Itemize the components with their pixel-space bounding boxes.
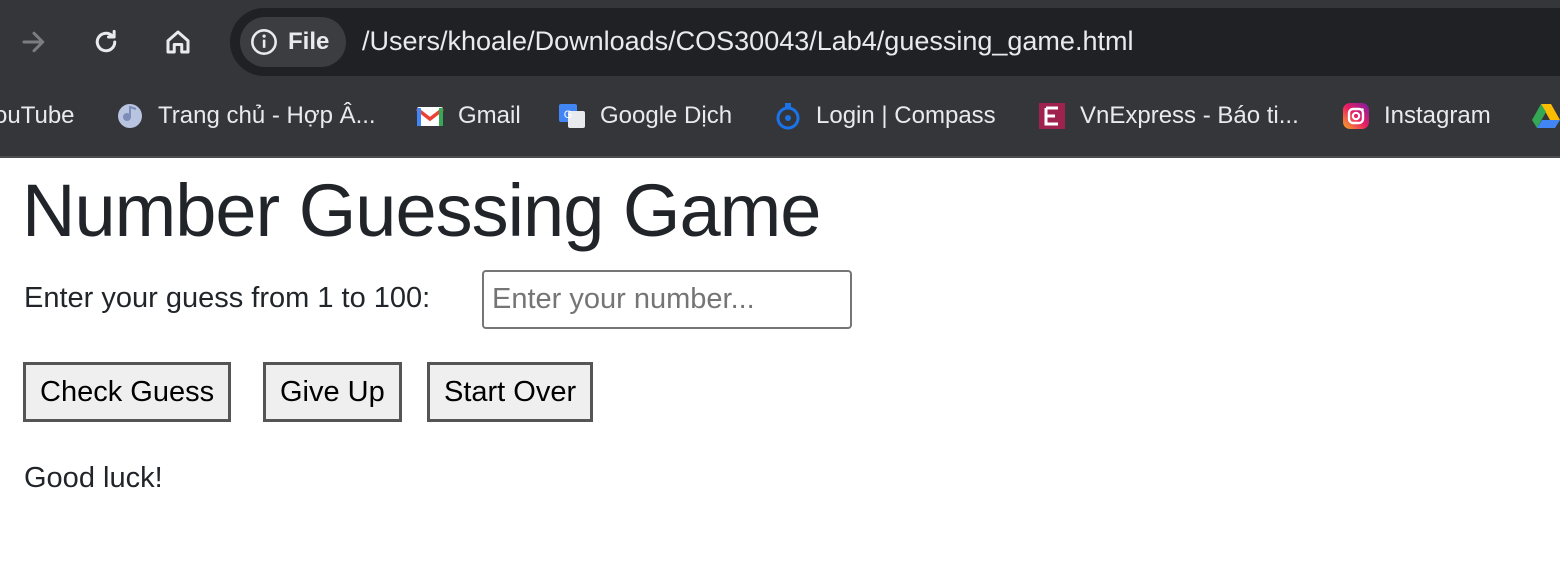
page-content: Number Guessing Game Enter your guess fr…: [0, 158, 1560, 566]
bookmark-gmail[interactable]: Gmail: [414, 90, 521, 142]
browser-chrome: File /Users/khoale/Downloads/COS30043/La…: [0, 0, 1560, 158]
bookmark-label: Google Dịch: [600, 102, 733, 129]
bookmark-hop-am[interactable]: Trang chủ - Hợp Â...: [114, 90, 376, 142]
site-chip-label: File: [288, 28, 330, 55]
reload-button[interactable]: [84, 20, 128, 64]
forward-button[interactable]: [12, 20, 56, 64]
svg-text:G: G: [564, 109, 573, 121]
compass-icon: [772, 100, 804, 132]
start-over-button[interactable]: Start Over: [427, 362, 594, 422]
bookmark-google-drive[interactable]: [1530, 90, 1560, 142]
vnexpress-icon: [1036, 100, 1068, 132]
reload-icon: [95, 29, 117, 53]
home-icon: [166, 30, 190, 54]
info-icon: [251, 29, 277, 55]
bookmark-label: Instagram: [1384, 102, 1491, 129]
site-info-chip[interactable]: File: [240, 17, 346, 67]
arrow-right-icon: [22, 31, 45, 53]
gmail-icon: [414, 100, 446, 132]
bookmark-label: Trang chủ - Hợp Â...: [158, 102, 376, 129]
bookmark-instagram[interactable]: Instagram: [1340, 90, 1491, 142]
bookmarks-bar: ouTube Trang chủ - Hợp Â... Gmail G Goog…: [0, 90, 1560, 142]
status-message: Good luck!: [24, 462, 163, 494]
bookmark-label: ouTube: [0, 102, 75, 129]
give-up-button[interactable]: Give Up: [263, 362, 402, 422]
url-text[interactable]: /Users/khoale/Downloads/COS30043/Lab4/gu…: [362, 26, 1133, 57]
bookmark-youtube[interactable]: ouTube: [0, 90, 75, 142]
bookmark-label: Gmail: [458, 102, 521, 129]
bookmark-vnexpress[interactable]: VnExpress - Báo ti...: [1036, 90, 1299, 142]
google-drive-icon: [1530, 100, 1560, 132]
bookmark-google-translate[interactable]: G Google Dịch: [556, 90, 732, 142]
bookmark-label: VnExpress - Báo ti...: [1080, 102, 1299, 129]
bookmark-compass[interactable]: Login | Compass: [772, 90, 996, 142]
guess-input[interactable]: [482, 270, 852, 329]
address-bar[interactable]: File /Users/khoale/Downloads/COS30043/La…: [230, 8, 1560, 76]
check-guess-button[interactable]: Check Guess: [23, 362, 232, 422]
home-button[interactable]: [156, 20, 200, 64]
instagram-icon: [1340, 100, 1372, 132]
page-title: Number Guessing Game: [22, 169, 821, 252]
hop-am-icon: [114, 100, 146, 132]
google-translate-icon: G: [556, 100, 588, 132]
guess-label: Enter your guess from 1 to 100:: [24, 282, 431, 314]
bookmark-label: Login | Compass: [816, 102, 996, 129]
browser-toolbar: File /Users/khoale/Downloads/COS30043/La…: [0, 0, 1560, 84]
